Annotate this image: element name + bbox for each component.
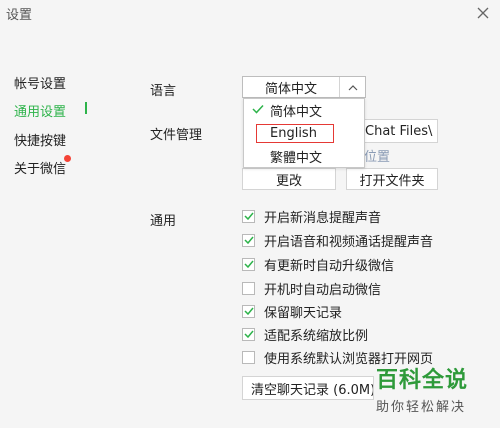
check-icon xyxy=(243,330,254,338)
check-icon xyxy=(243,212,254,220)
chevron-up-icon xyxy=(348,84,358,90)
language-option-simplified[interactable]: 简体中文 xyxy=(244,99,364,122)
watermark-subtitle: 助你轻松解决 xyxy=(376,400,467,415)
checkbox-row[interactable]: 开启新消息提醒声音 xyxy=(242,206,381,226)
language-selected-value: 简体中文 xyxy=(264,81,317,97)
open-folder-button-label: 打开文件夹 xyxy=(359,173,425,189)
open-location-link[interactable]: 位置 xyxy=(364,146,390,165)
sidebar-item-label: 帐号设置 xyxy=(14,77,67,92)
check-icon xyxy=(243,236,254,244)
close-button[interactable] xyxy=(470,2,496,24)
clear-chat-history-button[interactable]: 清空聊天记录 (6.0M) xyxy=(242,376,374,400)
checkbox[interactable] xyxy=(242,209,255,223)
close-icon xyxy=(477,7,489,19)
open-folder-button[interactable]: 打开文件夹 xyxy=(346,168,438,190)
checkbox-label: 开启语音和视频通话提醒声音 xyxy=(264,234,434,250)
file-path-field[interactable]: Chat Files\ xyxy=(360,119,438,143)
active-indicator xyxy=(85,102,87,114)
sidebar-item-account[interactable]: 帐号设置 xyxy=(14,73,66,92)
option-label: 简体中文 xyxy=(270,105,323,120)
change-button-label: 更改 xyxy=(275,173,302,189)
checkbox-label: 有更新时自动升级微信 xyxy=(264,258,395,274)
checkbox-row[interactable]: 有更新时自动升级微信 xyxy=(242,254,394,274)
checkbox[interactable] xyxy=(242,233,255,247)
file-management-label: 文件管理 xyxy=(150,128,203,143)
check-icon xyxy=(243,307,254,315)
checkbox-label: 适配系统缩放比例 xyxy=(264,328,369,344)
language-option-traditional[interactable]: 繁體中文 xyxy=(244,145,364,168)
checkbox-label: 保留聊天记录 xyxy=(264,305,343,321)
checkbox[interactable] xyxy=(242,257,255,271)
language-label: 语言 xyxy=(150,84,177,99)
sidebar-item-label: 通用设置 xyxy=(14,105,67,120)
watermark-title: 百科全说 xyxy=(376,368,469,393)
checkbox-row[interactable]: 保留聊天记录 xyxy=(242,301,342,321)
checkbox-label: 开机时自动启动微信 xyxy=(264,282,382,298)
sidebar-item-general[interactable]: 通用设置 xyxy=(14,101,66,120)
sidebar-item-label: 关于微信 xyxy=(14,162,67,177)
checkbox-row[interactable]: 开机时自动启动微信 xyxy=(242,278,381,298)
watermark: 百科全说 助你轻松解决 xyxy=(376,362,492,415)
dropdown-toggle[interactable] xyxy=(339,77,366,97)
option-label: 繁體中文 xyxy=(270,151,323,166)
sidebar-item-shortcuts[interactable]: 快捷按键 xyxy=(14,130,66,149)
language-select[interactable]: 简体中文 xyxy=(242,76,366,98)
checkbox[interactable] xyxy=(242,304,255,318)
file-path-text: Chat Files\ xyxy=(365,123,433,139)
checkbox[interactable] xyxy=(242,327,255,341)
checkbox-row[interactable]: 适配系统缩放比例 xyxy=(242,324,368,344)
checkbox[interactable] xyxy=(242,350,255,364)
sidebar-item-about[interactable]: 关于微信 xyxy=(14,158,66,177)
change-button[interactable]: 更改 xyxy=(242,168,336,190)
window-title: 设置 xyxy=(6,8,33,23)
sidebar-item-label: 快捷按键 xyxy=(14,134,67,149)
checkbox[interactable] xyxy=(242,281,255,295)
checkbox-row[interactable]: 开启语音和视频通话提醒声音 xyxy=(242,230,433,250)
checkbox-label: 开启新消息提醒声音 xyxy=(264,210,382,226)
check-icon xyxy=(252,104,264,114)
highlight-box xyxy=(256,124,334,143)
notification-dot xyxy=(64,155,71,162)
clear-chat-history-label: 清空聊天记录 (6.0M) xyxy=(251,382,374,398)
check-icon xyxy=(243,260,254,268)
general-label: 通用 xyxy=(150,214,177,229)
